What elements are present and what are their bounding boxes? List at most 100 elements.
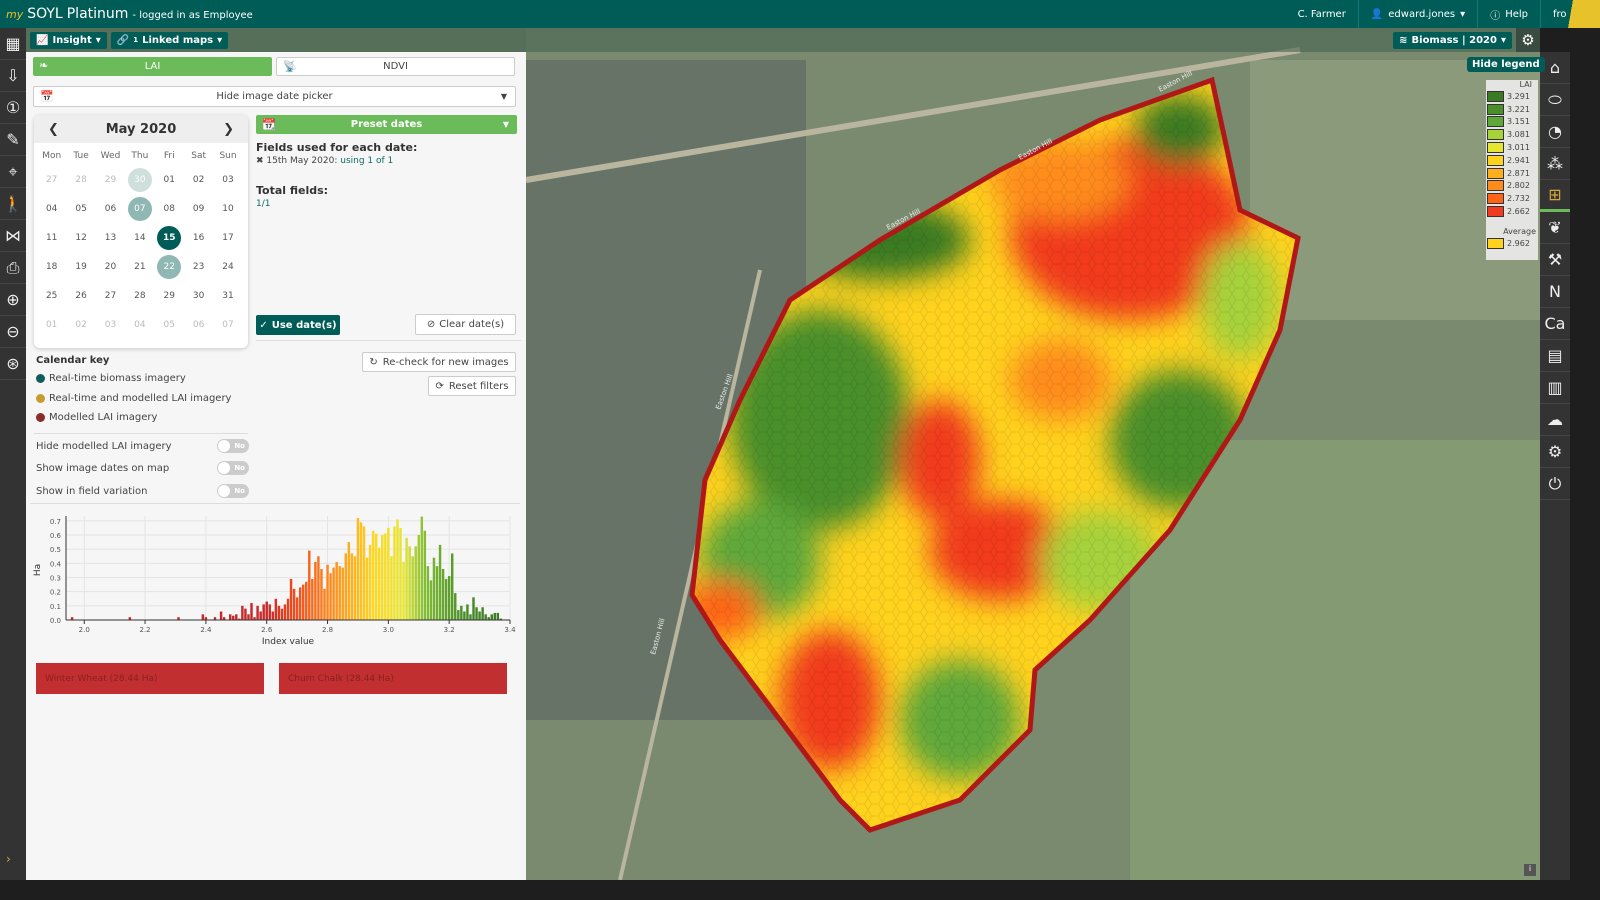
calendar-day[interactable]: 13: [96, 226, 125, 250]
calendar-day[interactable]: 27: [96, 284, 125, 308]
fields-map-icon[interactable]: ▦: [0, 28, 26, 60]
report-icon[interactable]: ▥: [1540, 372, 1570, 404]
calendar-day[interactable]: 06: [184, 313, 213, 337]
calendar-day[interactable]: 18: [37, 255, 66, 279]
link-icon: 🔗: [116, 34, 130, 46]
calendar-day[interactable]: 25: [37, 284, 66, 308]
hide-legend-button[interactable]: Hide legend: [1467, 57, 1545, 72]
zoom-extent-icon[interactable]: ⊛: [0, 348, 26, 380]
crop-badge[interactable]: Winter Wheat (28.44 Ha): [36, 663, 264, 694]
farm-selector[interactable]: C. Farmer: [1286, 0, 1358, 28]
soil-badge[interactable]: Churn Chalk (28.44 Ha): [279, 663, 507, 694]
calendar-day[interactable]: 04: [125, 313, 154, 337]
tab-lai[interactable]: ❧ LAI: [33, 57, 272, 76]
field-shape-icon[interactable]: ⬭: [1540, 84, 1570, 116]
calcium-icon[interactable]: Ca: [1540, 308, 1570, 340]
calendar-day[interactable]: 07: [125, 197, 154, 221]
weekday-label: Mon: [42, 151, 62, 161]
import-icon[interactable]: ⇩: [0, 60, 26, 92]
calendar-day[interactable]: 14: [125, 226, 154, 250]
calendar-day[interactable]: 09: [184, 197, 213, 221]
calendar-day[interactable]: 19: [66, 255, 95, 279]
tab-ndvi[interactable]: 📡 NDVI: [276, 57, 515, 76]
calendar-day[interactable]: 03: [213, 168, 242, 192]
calendar-day[interactable]: 21: [125, 255, 154, 279]
calendar-day[interactable]: 02: [184, 168, 213, 192]
remove-icon[interactable]: ✖: [256, 156, 264, 166]
single-view-icon[interactable]: ①: [0, 92, 26, 124]
walk-icon[interactable]: 🚶: [0, 188, 26, 220]
cloud-icon[interactable]: ☁: [1540, 404, 1570, 436]
zoom-out-icon[interactable]: ⊖: [0, 316, 26, 348]
recheck-images-button[interactable]: ↻ Re-check for new images: [362, 352, 516, 372]
clear-dates-button[interactable]: ⊘ Clear date(s): [415, 314, 516, 335]
print-icon[interactable]: ⎙: [0, 252, 26, 284]
calendar-day[interactable]: 07: [213, 313, 242, 337]
zoom-in-icon[interactable]: ⊕: [0, 284, 26, 316]
date-picker-toggle[interactable]: 📅 Hide image date picker ▼: [33, 86, 516, 107]
calendar-day[interactable]: 26: [66, 284, 95, 308]
x-tick-label: 2.0: [79, 626, 90, 634]
calendar-day[interactable]: 01: [155, 168, 184, 192]
layer-selector[interactable]: ≋ Biomass | 2020 ▾: [1393, 31, 1512, 49]
histogram-bar: [259, 611, 262, 620]
calendar-day[interactable]: 28: [125, 284, 154, 308]
settings-button[interactable]: ⚙: [1516, 28, 1540, 52]
calendar-day[interactable]: 29: [155, 284, 184, 308]
histogram-bar: [305, 581, 308, 620]
edit-icon[interactable]: ✎: [0, 124, 26, 156]
calendar-day[interactable]: 31: [213, 284, 242, 308]
help-button[interactable]: ⓘ Help: [1477, 0, 1540, 28]
calendar-day[interactable]: 08: [155, 197, 184, 221]
calendar-day[interactable]: 12: [66, 226, 95, 250]
calendar-day[interactable]: 10: [213, 197, 242, 221]
gauge-icon[interactable]: ◔: [1540, 116, 1570, 148]
toggle-switch[interactable]: No: [217, 439, 249, 453]
linked-maps-menu[interactable]: 🔗 1 Linked maps ▾: [110, 31, 229, 49]
calendar-day[interactable]: 30: [184, 284, 213, 308]
reset-filters-button[interactable]: ⟳ Reset filters: [428, 376, 516, 396]
preset-dates-dropdown[interactable]: 📆 Preset dates ▼: [256, 115, 517, 134]
calendar-day[interactable]: 29: [96, 168, 125, 192]
cog-icon[interactable]: ⚙: [1540, 436, 1570, 468]
calendar-day[interactable]: 02: [66, 313, 95, 337]
calendar-day[interactable]: 17: [213, 226, 242, 250]
calendar-day[interactable]: 30: [125, 168, 154, 192]
calendar-day[interactable]: 22: [155, 255, 184, 279]
insight-menu[interactable]: 📈 Insight ▾: [30, 31, 107, 49]
calendar-day[interactable]: 24: [213, 255, 242, 279]
calendar-day[interactable]: 01: [37, 313, 66, 337]
calendar-day[interactable]: 15: [155, 226, 184, 250]
use-dates-button[interactable]: ✓ Use date(s): [256, 315, 340, 335]
calendar-day[interactable]: 05: [155, 313, 184, 337]
calendar-day[interactable]: 23: [184, 255, 213, 279]
calendar-day[interactable]: 05: [66, 197, 95, 221]
calendar-day[interactable]: 03: [96, 313, 125, 337]
next-month-button[interactable]: ❯: [223, 122, 234, 137]
calendar-day[interactable]: 28: [66, 168, 95, 192]
soil-samples-icon[interactable]: ⁂: [1540, 148, 1570, 180]
toggle-switch[interactable]: No: [217, 461, 249, 475]
wheat-icon[interactable]: ❦: [1540, 212, 1570, 244]
grid-icon[interactable]: ⊞: [1540, 180, 1570, 212]
calendar-day[interactable]: 06: [96, 197, 125, 221]
prev-month-button[interactable]: ❮: [48, 122, 59, 137]
calendar-day[interactable]: 04: [37, 197, 66, 221]
nitrogen-icon[interactable]: N: [1540, 276, 1570, 308]
expand-left-icon[interactable]: ›: [6, 852, 11, 866]
toggle-switch[interactable]: No: [217, 484, 249, 498]
calendar-day[interactable]: 20: [96, 255, 125, 279]
weekday-label: Thu: [131, 151, 149, 161]
calendar-day[interactable]: 16: [184, 226, 213, 250]
tools-icon[interactable]: ⚒: [1540, 244, 1570, 276]
document-icon[interactable]: ▤: [1540, 340, 1570, 372]
calendar-day[interactable]: 11: [37, 226, 66, 250]
power-icon[interactable]: ⏻: [1540, 468, 1570, 500]
calendar-day[interactable]: 27: [37, 168, 66, 192]
locate-icon[interactable]: ⌖: [0, 156, 26, 188]
user-menu[interactable]: 👤 edward.jones ▾: [1357, 0, 1477, 28]
butterfly-icon[interactable]: ⋈: [0, 220, 26, 252]
legend-swatch: [1487, 142, 1504, 154]
info-icon[interactable]: i: [1524, 864, 1536, 876]
histogram-bar: [201, 614, 205, 620]
